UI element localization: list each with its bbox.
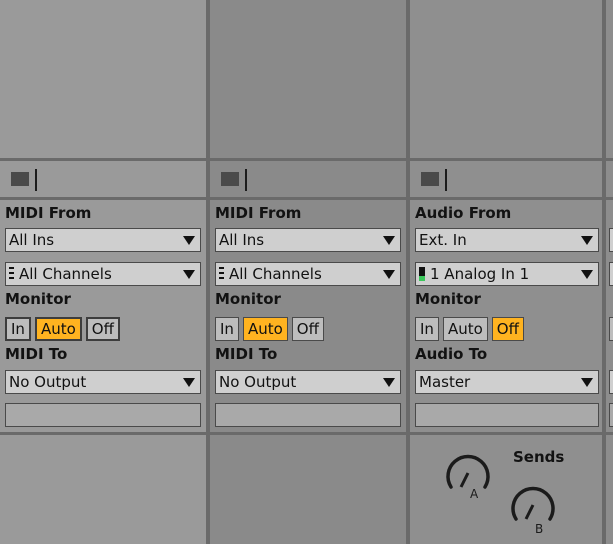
sends-area: Sends A B — [410, 435, 602, 544]
monitor-auto-button[interactable]: Auto — [442, 317, 488, 341]
clip-slot-area[interactable] — [410, 0, 602, 158]
triangle-down-icon — [581, 378, 593, 387]
output-target-dropdown[interactable]: No Output — [215, 370, 401, 394]
monitor-label: Monitor — [5, 290, 71, 308]
divider — [606, 158, 613, 161]
triangle-down-icon — [183, 270, 195, 279]
track-4-partial — [606, 0, 613, 544]
input-channel-value: 1 Analog In 1 — [430, 265, 530, 283]
triangle-down-icon — [383, 270, 395, 279]
monitor-label: Monitor — [215, 290, 281, 308]
send-a-label: A — [470, 487, 479, 501]
clip-stop-bar — [410, 161, 602, 197]
triangle-down-icon — [183, 378, 195, 387]
triangle-down-icon — [383, 236, 395, 245]
input-type-label: MIDI From — [215, 204, 302, 222]
track-3: Audio From Ext. In 1 Analog In 1 Monitor… — [410, 0, 602, 544]
input-type-label: MIDI From — [5, 204, 92, 222]
output-target-value: Master — [419, 373, 471, 391]
monitor-in-button[interactable]: In — [5, 317, 31, 341]
io-section: MIDI From All Ins All Channels Monitor I… — [0, 200, 206, 432]
monitor-in-button[interactable]: In — [215, 317, 239, 341]
output-target-value: No Output — [219, 373, 297, 391]
sends-label: Sends — [513, 448, 565, 466]
monitor-auto-button[interactable]: Auto — [34, 317, 82, 341]
monitor-auto-button[interactable]: Auto — [242, 317, 288, 341]
input-channel-dropdown[interactable]: All Channels — [215, 262, 401, 286]
triangle-down-icon — [183, 236, 195, 245]
input-source-dropdown[interactable]: All Ins — [215, 228, 401, 252]
triangle-down-icon — [581, 236, 593, 245]
io-section: Audio From Ext. In 1 Analog In 1 Monitor… — [410, 200, 602, 432]
input-meter-icon — [419, 267, 425, 281]
monitor-off-button[interactable]: Off — [85, 317, 120, 341]
send-b-label: B — [535, 522, 543, 536]
send-b-knob-icon[interactable]: B — [507, 479, 559, 537]
input-channel-dropdown[interactable]: 1 Analog In 1 — [415, 262, 599, 286]
stop-clips-button[interactable] — [221, 172, 239, 186]
divider — [606, 432, 613, 435]
output-type-label: Audio To — [415, 345, 488, 363]
divider — [606, 197, 613, 200]
input-type-label: Audio From — [415, 204, 512, 222]
stop-line-icon — [445, 169, 447, 191]
partial-dropdown — [609, 403, 613, 427]
triangle-down-icon — [581, 270, 593, 279]
output-target-value: No Output — [9, 373, 87, 391]
clip-stop-bar — [210, 161, 406, 197]
monitor-off-button[interactable]: Off — [291, 317, 324, 341]
output-channel-box[interactable] — [215, 403, 401, 427]
partial-dropdown — [609, 262, 613, 286]
io-section: MIDI From All Ins All Channels Monitor I… — [210, 200, 406, 432]
monitor-buttons: In Auto Off — [215, 317, 324, 341]
input-channel-dropdown[interactable]: All Channels — [5, 262, 201, 286]
output-type-label: MIDI To — [5, 345, 68, 363]
input-source-dropdown[interactable]: All Ins — [5, 228, 201, 252]
monitor-buttons: In Auto Off — [415, 317, 524, 341]
sends-area — [0, 435, 206, 544]
input-channel-value: All Channels — [229, 265, 322, 283]
clip-slot-area[interactable] — [0, 0, 206, 158]
triangle-down-icon — [383, 378, 395, 387]
send-a-knob-icon[interactable]: A — [442, 447, 494, 501]
output-type-label: MIDI To — [215, 345, 278, 363]
clip-stop-bar — [0, 161, 206, 197]
input-source-value: Ext. In — [419, 231, 467, 249]
monitor-off-button[interactable]: Off — [491, 317, 524, 341]
input-source-dropdown[interactable]: Ext. In — [415, 228, 599, 252]
channel-dots-icon — [9, 267, 14, 280]
track-1: MIDI From All Ins All Channels Monitor I… — [0, 0, 206, 544]
output-channel-box[interactable] — [5, 403, 201, 427]
clip-slot-area[interactable] — [210, 0, 406, 158]
channel-dots-icon — [219, 267, 224, 280]
output-target-dropdown[interactable]: No Output — [5, 370, 201, 394]
partial-dropdown — [609, 228, 613, 252]
stop-clips-button[interactable] — [421, 172, 439, 186]
monitor-buttons: In Auto Off — [5, 317, 120, 341]
partial-dropdown — [609, 317, 613, 341]
input-source-value: All Ins — [9, 231, 55, 249]
stop-clips-button[interactable] — [11, 172, 29, 186]
stop-line-icon — [245, 169, 247, 191]
stop-line-icon — [35, 169, 37, 191]
monitor-in-button[interactable]: In — [415, 317, 439, 341]
output-target-dropdown[interactable]: Master — [415, 370, 599, 394]
track-2: MIDI From All Ins All Channels Monitor I… — [210, 0, 406, 544]
output-channel-box[interactable] — [415, 403, 599, 427]
input-channel-value: All Channels — [19, 265, 112, 283]
monitor-label: Monitor — [415, 290, 481, 308]
input-source-value: All Ins — [219, 231, 265, 249]
partial-dropdown — [609, 370, 613, 394]
sends-area — [210, 435, 406, 544]
